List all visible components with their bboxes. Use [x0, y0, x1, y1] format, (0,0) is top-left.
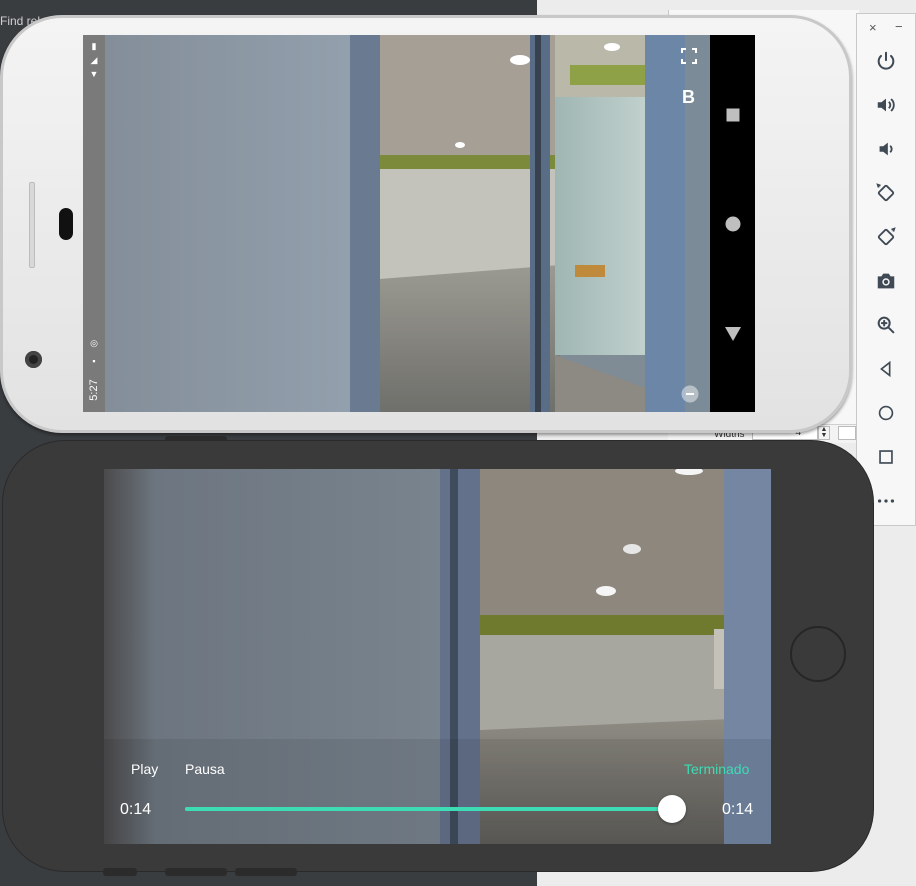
ios-screen: Play Pausa Terminado 0:14 0:14	[104, 469, 771, 844]
progress-thumb[interactable]	[658, 795, 687, 823]
volume-up-icon[interactable]	[871, 90, 901, 120]
wifi-icon: ▼	[89, 69, 99, 79]
iphone-volume-button	[103, 868, 137, 876]
android-status-bar: ▮ ◢ ▼ ◎ ▪ 5:27	[83, 35, 105, 412]
iphone-volume-button	[165, 868, 227, 876]
pause-button[interactable]: Pausa	[185, 761, 225, 777]
video-frame-image	[104, 469, 771, 844]
widths-extra-field[interactable]	[838, 426, 856, 440]
volume-down-icon[interactable]	[871, 134, 901, 164]
android-video-frame	[105, 35, 710, 412]
corridor-image	[105, 35, 710, 412]
close-button[interactable]: ×	[869, 20, 877, 35]
rotate-right-icon[interactable]	[871, 222, 901, 252]
emulator-toolbar: × −	[856, 13, 916, 526]
rotate-left-icon[interactable]	[871, 178, 901, 208]
sd-card-icon: ▪	[92, 356, 96, 366]
back-icon[interactable]	[871, 354, 901, 384]
pixel-speaker	[59, 208, 73, 240]
android-screen: ▮ ◢ ▼ ◎ ▪ 5:27 B	[83, 35, 755, 412]
status-time: 5:27	[88, 379, 100, 401]
minimize-button[interactable]: −	[895, 19, 903, 34]
current-time: 0:14	[120, 801, 152, 818]
progress-fill	[185, 807, 673, 811]
fullscreen-icon[interactable]	[681, 48, 697, 69]
pixel-front-camera	[25, 351, 42, 368]
home-icon[interactable]	[723, 214, 743, 234]
signal-icon: ◢	[90, 55, 98, 65]
home-icon[interactable]	[871, 398, 901, 428]
toolbar-window-controls: × −	[857, 18, 915, 36]
brand-b-icon[interactable]: B	[682, 87, 695, 108]
progress-slider[interactable]	[185, 795, 687, 823]
back-icon[interactable]	[723, 324, 743, 344]
iphone-volume-button	[235, 868, 297, 876]
android-nav-bar	[710, 35, 755, 412]
pixel-side-trim	[29, 182, 35, 268]
camera-icon[interactable]	[871, 266, 901, 296]
minus-icon[interactable]	[681, 385, 699, 408]
iphone-home-button[interactable]	[790, 626, 846, 682]
duration-time: 0:14	[722, 801, 754, 818]
status-label: Terminado	[684, 761, 750, 777]
recents-icon[interactable]	[723, 105, 743, 125]
overview-icon[interactable]	[871, 442, 901, 472]
battery-icon: ▮	[91, 41, 97, 51]
play-button[interactable]: Play	[131, 761, 158, 777]
sync-icon: ◎	[90, 338, 98, 348]
widths-stepper[interactable]: ▲ ▼	[818, 426, 830, 440]
more-icon[interactable]	[871, 486, 901, 516]
zoom-icon[interactable]	[871, 310, 901, 340]
power-icon[interactable]	[871, 46, 901, 76]
